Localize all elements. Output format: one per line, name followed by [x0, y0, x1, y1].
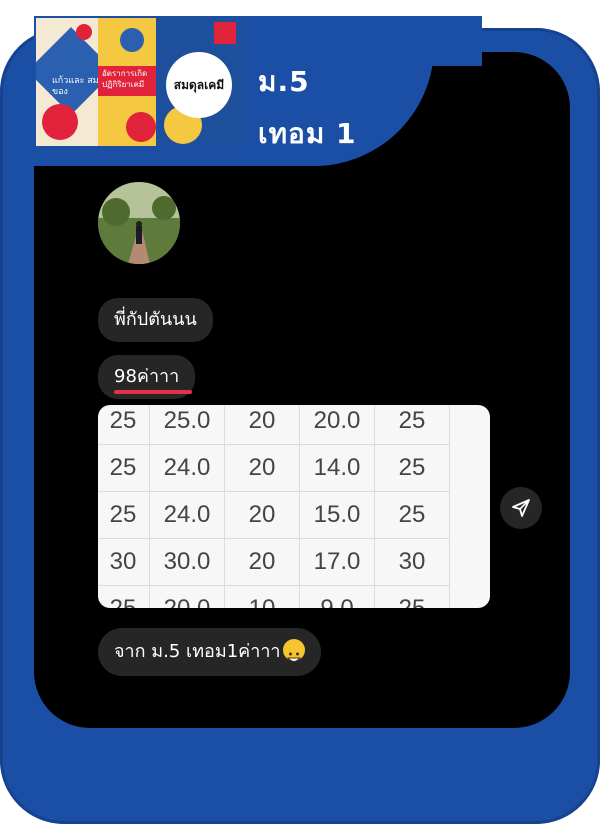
message-text: จาก ม.5 เทอม1ค่าาา [114, 641, 281, 662]
table-cell: 14.0 [299, 444, 375, 492]
table-cell: 20 [224, 538, 300, 586]
avatar-photo [98, 182, 180, 264]
grinning-face-icon [282, 639, 305, 662]
send-icon [512, 499, 530, 517]
table-cell: 17.0 [299, 538, 375, 586]
avatar[interactable] [98, 182, 180, 264]
table-cell: 25 [98, 405, 150, 445]
header-title-grade: ม.5 [258, 65, 310, 98]
table-cell: 25.0 [149, 405, 225, 445]
table-cell: 24.0 [149, 444, 225, 492]
table-cell: 25 [374, 585, 450, 608]
table-row: 25 20.0 10 9.0 25 [98, 585, 450, 608]
table-cell: 20 [224, 444, 300, 492]
message-bubble-3: จาก ม.5 เทอม1ค่าาา [98, 628, 321, 676]
table-cell: 15.0 [299, 491, 375, 539]
table-cell: 9.0 [299, 585, 375, 608]
highlight-underline [114, 390, 192, 394]
table-cell: 30 [374, 538, 450, 586]
cover-thumbnail-reaction-rate[interactable]: อัตราการเกิด ปฏิกิริยาเคมี [98, 18, 158, 146]
table-cell: 25 [374, 491, 450, 539]
share-button[interactable] [500, 487, 542, 529]
score-table: 25 25.0 20 20.0 25 25 24.0 20 14.0 25 25… [98, 405, 450, 608]
table-cell: 30.0 [149, 538, 225, 586]
score-sheet-image[interactable]: 25 25.0 20 20.0 25 25 24.0 20 14.0 25 25… [98, 405, 490, 608]
table-cell: 20.0 [149, 585, 225, 608]
message-bubble-1: พี่กัปตันนน [98, 298, 213, 342]
message-text: พี่กัปตันนน [114, 309, 197, 330]
table-cell: 20 [224, 491, 300, 539]
table-cell: 25 [374, 405, 450, 445]
table-row: 30 30.0 20 17.0 30 [98, 538, 450, 586]
table-row: 25 24.0 20 14.0 25 [98, 444, 450, 492]
table-cell: 30 [98, 538, 150, 586]
table-cell: 25 [98, 585, 150, 608]
table-cell: 25 [98, 491, 150, 539]
message-text: 98ค่าาา [114, 366, 180, 387]
thumb-c-title: สมดุลเคมี [173, 78, 225, 92]
table-cell: 20 [224, 405, 300, 445]
table-row: 25 24.0 20 15.0 25 [98, 491, 450, 539]
table-cell: 20.0 [299, 405, 375, 445]
table-cell: 10 [224, 585, 300, 608]
table-cell: 25 [374, 444, 450, 492]
cover-thumbnail-equilibrium[interactable]: สมดุลเคมี [156, 18, 244, 146]
header-title-term: เทอม 1 [258, 117, 357, 150]
table-row: 25 25.0 20 20.0 25 [98, 405, 450, 445]
table-cell: 24.0 [149, 491, 225, 539]
thumb-b-title: อัตราการเกิด ปฏิกิริยาเคมี [102, 69, 148, 89]
table-cell: 25 [98, 444, 150, 492]
